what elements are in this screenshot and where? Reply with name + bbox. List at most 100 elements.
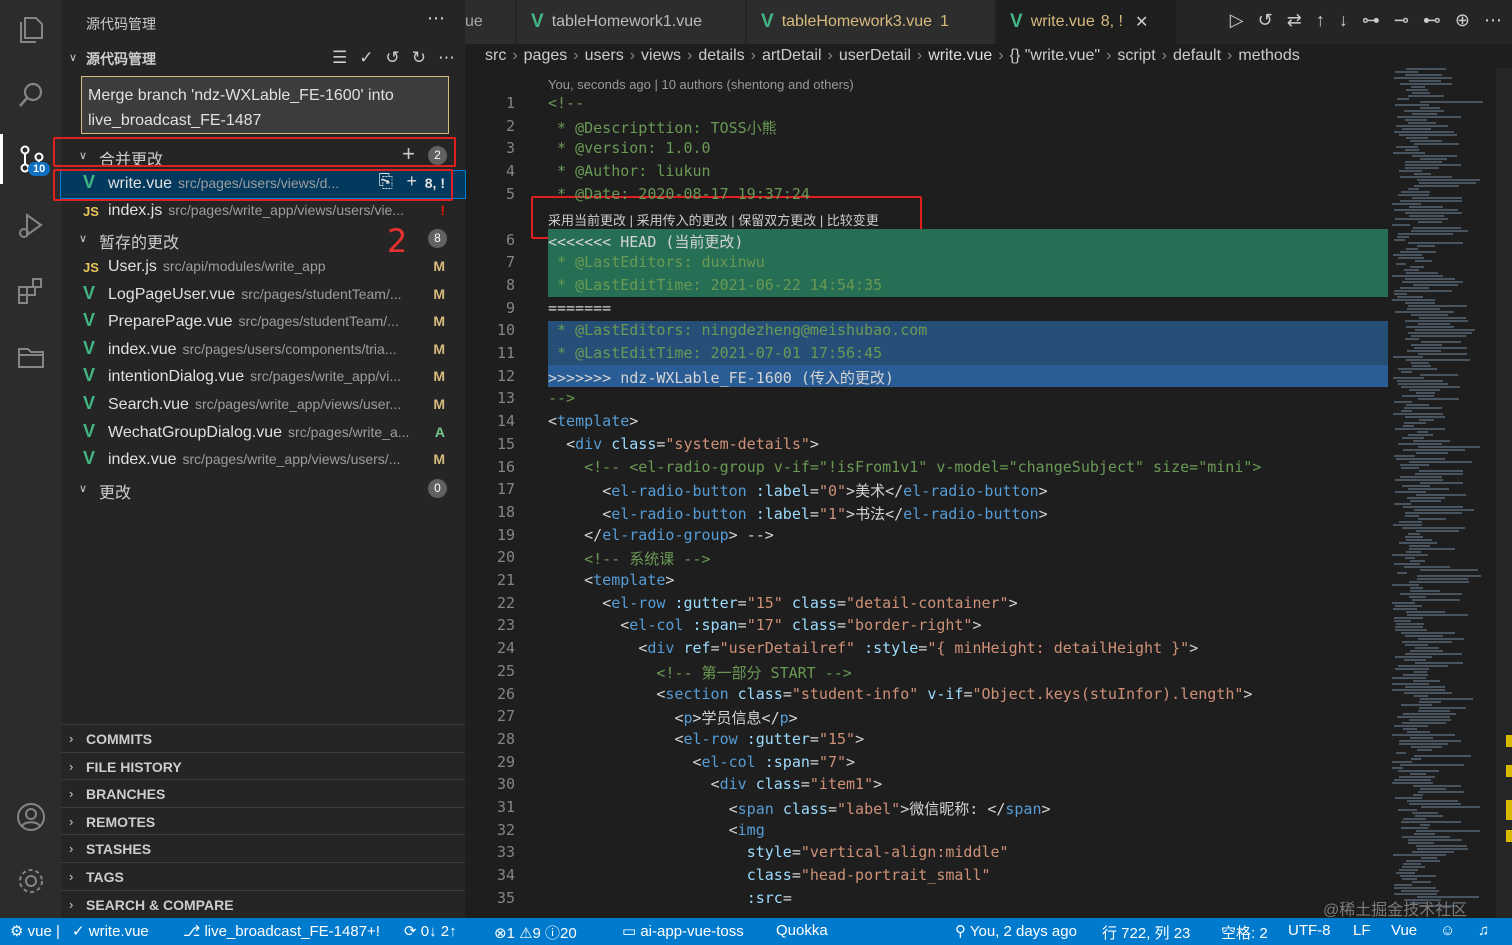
breadcrumb-item[interactable]: details — [698, 47, 744, 64]
breadcrumb-item[interactable]: artDetail — [762, 47, 822, 64]
feedback-icon[interactable]: ☺ — [1440, 922, 1455, 939]
settings-gear-icon[interactable] — [0, 856, 61, 906]
code-line[interactable]: <div class="item1"> — [548, 775, 883, 798]
status-encoding[interactable]: UTF-8 — [1288, 922, 1331, 939]
staged-file-row[interactable]: V Search.vue src/pages/write_app/views/use… — [61, 392, 465, 419]
status-language-left[interactable]: ⚙ vue | — [10, 922, 60, 940]
code-line[interactable]: <p>学员信息</p> — [548, 707, 797, 730]
section-stashes[interactable]: › STASHES — [61, 834, 465, 862]
section-file-history[interactable]: › FILE HISTORY — [61, 751, 465, 780]
breadcrumb-item[interactable]: pages — [524, 47, 568, 64]
breadcrumb-item[interactable]: script — [1117, 47, 1155, 64]
breadcrumb-item[interactable]: write.vue — [928, 47, 992, 64]
code-line[interactable]: <section class="student-info" v-if="Obje… — [548, 685, 1252, 708]
close-icon[interactable]: ✕ — [1135, 12, 1148, 32]
previous-change-icon[interactable]: ⊸ — [1394, 10, 1409, 31]
section-search-compare[interactable]: › SEARCH & COMPARE — [61, 889, 465, 918]
refresh-icon[interactable]: ↻ — [412, 48, 426, 68]
section-remotes[interactable]: › REMOTES — [61, 806, 465, 835]
code-line[interactable]: <el-radio-button :label="0">美术</el-radio… — [548, 480, 1047, 503]
code-line[interactable]: class="head-portrait_small" — [548, 866, 991, 889]
code-line[interactable]: <span class="label">微信昵称: </span> — [548, 798, 1051, 821]
more-icon[interactable]: ⋯ — [1484, 10, 1502, 31]
status-language[interactable]: Vue — [1391, 922, 1417, 939]
breadcrumb-item[interactable]: userDetail — [839, 47, 911, 64]
code-line[interactable]: <template> — [548, 571, 674, 594]
arrow-up-icon[interactable]: ↑ — [1316, 10, 1325, 31]
files-icon[interactable] — [0, 5, 61, 55]
changes-group[interactable]: ∨ 更改 0 — [61, 476, 465, 502]
notifications-bell-icon[interactable]: ♫ — [1478, 922, 1489, 939]
repo-header[interactable]: ∨ 源代码管理 ☰ ✓ ↺ ↻ ⋯ — [61, 46, 465, 70]
folder-icon[interactable] — [0, 332, 61, 382]
vertical-scrollbar[interactable] — [1496, 68, 1512, 918]
commit-check-icon[interactable]: ✓ — [359, 48, 373, 68]
status-cursor-position[interactable]: 行 722, 列 23 — [1102, 922, 1190, 943]
code-line[interactable]: <el-col :span="17" class="border-right"> — [548, 616, 981, 639]
code-line[interactable]: <template> — [548, 412, 638, 435]
code-line[interactable]: <img — [548, 821, 765, 844]
code-line[interactable]: <el-radio-button :label="1">书法</el-radio… — [548, 503, 1047, 526]
code-line[interactable]: :src= — [548, 889, 792, 912]
code-line[interactable]: * @LastEditors: ningdezheng@meishubao.co… — [548, 321, 927, 344]
status-eol[interactable]: LF — [1353, 922, 1371, 939]
code-line[interactable]: * @version: 1.0.0 — [548, 139, 711, 162]
timeline-icon[interactable]: ↺ — [1258, 10, 1273, 31]
arrow-down-icon[interactable]: ↓ — [1339, 10, 1348, 31]
code-line[interactable]: <!-- <el-radio-group v-if="!isFrom1v1" v… — [548, 458, 1261, 481]
breadcrumb-item[interactable]: methods — [1238, 47, 1299, 64]
search-icon[interactable] — [0, 70, 61, 120]
code-line[interactable]: <!-- 系统课 --> — [548, 548, 710, 571]
code-line[interactable]: <div ref="userDetailref" :style="{ minHe… — [548, 639, 1198, 662]
breadcrumb-item[interactable]: default — [1173, 47, 1221, 64]
staged-file-row[interactable]: VintentionDialog.vue src/pages/write_app/… — [61, 364, 465, 391]
history-icon[interactable]: ↺ — [386, 48, 400, 68]
file-row-index-js[interactable]: JS index.js src/pages/write_app/views/use… — [61, 198, 465, 225]
code-line[interactable]: <!-- — [548, 94, 584, 117]
code-line[interactable]: </el-radio-group> --> — [548, 526, 774, 549]
code-line[interactable]: * @Date: 2020-08-17 19:37:24 — [548, 185, 810, 208]
compare-icon[interactable]: ⇄ — [1287, 10, 1302, 31]
section-tags[interactable]: › TAGS — [61, 862, 465, 890]
code-line[interactable]: style="vertical-align:middle" — [548, 843, 1009, 866]
section-commits[interactable]: › COMMITS — [61, 724, 465, 752]
run-icon[interactable]: ▷ — [1230, 10, 1244, 31]
code-line[interactable]: * @Author: liukun — [548, 162, 711, 185]
code-line[interactable]: <!-- 第一部分 START --> — [548, 662, 851, 685]
status-blame[interactable]: ⚲ You, 2 days ago — [955, 922, 1077, 940]
breadcrumb-item[interactable]: users — [585, 47, 624, 64]
breadcrumb-item[interactable]: {} "write.vue" — [1010, 47, 1101, 64]
view-as-tree-icon[interactable]: ☰ — [332, 48, 347, 68]
extensions-icon[interactable] — [0, 266, 61, 316]
tab-tablehomework1[interactable]: VtableHomework1.vue — [517, 0, 745, 44]
staged-file-row[interactable]: V WechatGroupDialog.vue src/pages/write_a.… — [61, 420, 465, 447]
staged-file-row[interactable]: V PreparePage.vue src/pages/studentTeam/..… — [61, 309, 465, 336]
staged-file-row[interactable]: Vindex.vue src/pages/users/components/tri… — [61, 337, 465, 364]
merge-conflict-actions[interactable]: 采用当前更改 | 采用传入的更改 | 保留双方更改 | 比较变更 — [548, 210, 879, 229]
run-debug-icon[interactable] — [0, 200, 61, 250]
code-line[interactable]: * @LastEditTime: 2021-07-01 17:56:45 — [548, 344, 882, 367]
git-commit-icon[interactable]: ⊶ — [1362, 10, 1380, 31]
tab-tablehomework3[interactable]: VtableHomework3.vue 1 — [747, 0, 994, 44]
more-icon[interactable]: ⋯ — [438, 48, 455, 68]
code-line[interactable]: <<<<<<< HEAD (当前更改) — [548, 231, 743, 254]
status-quokka[interactable]: Quokka — [776, 922, 828, 939]
commit-message-input[interactable]: Merge branch 'ndz-WXLable_FE-1600' into … — [81, 76, 449, 134]
code-line[interactable]: <el-col :span="7"> — [548, 753, 856, 776]
account-icon[interactable] — [0, 792, 61, 842]
code-line[interactable]: ======= — [548, 299, 611, 322]
breadcrumb-item[interactable]: views — [641, 47, 681, 64]
status-sync[interactable]: ⟳ 0↓ 2↑ — [404, 922, 457, 940]
next-change-icon[interactable]: ⊷ — [1423, 10, 1441, 31]
minimap[interactable] — [1388, 68, 1496, 918]
code-line[interactable]: >>>>>>> ndz-WXLable_FE-1600 (传入的更改) — [548, 367, 894, 390]
tab-partial[interactable]: ue — [465, 0, 515, 44]
gitlens-author-annotation[interactable]: You, seconds ago | 10 authors (shentong … — [548, 77, 854, 92]
staged-file-row[interactable]: V LogPageUser.vue src/pages/studentTeam/..… — [61, 282, 465, 309]
status-project[interactable]: ▭ ai-app-vue-toss — [622, 922, 744, 940]
status-file[interactable]: ✓ write.vue — [72, 922, 149, 940]
breadcrumb-item[interactable]: src — [485, 47, 506, 64]
gitlens-icon[interactable]: ⊕ — [1455, 10, 1470, 31]
status-branch[interactable]: ⎇ live_broadcast_FE-1487+! — [183, 922, 380, 940]
code-line[interactable]: * @Descripttion: TOSS小熊 — [548, 117, 777, 140]
